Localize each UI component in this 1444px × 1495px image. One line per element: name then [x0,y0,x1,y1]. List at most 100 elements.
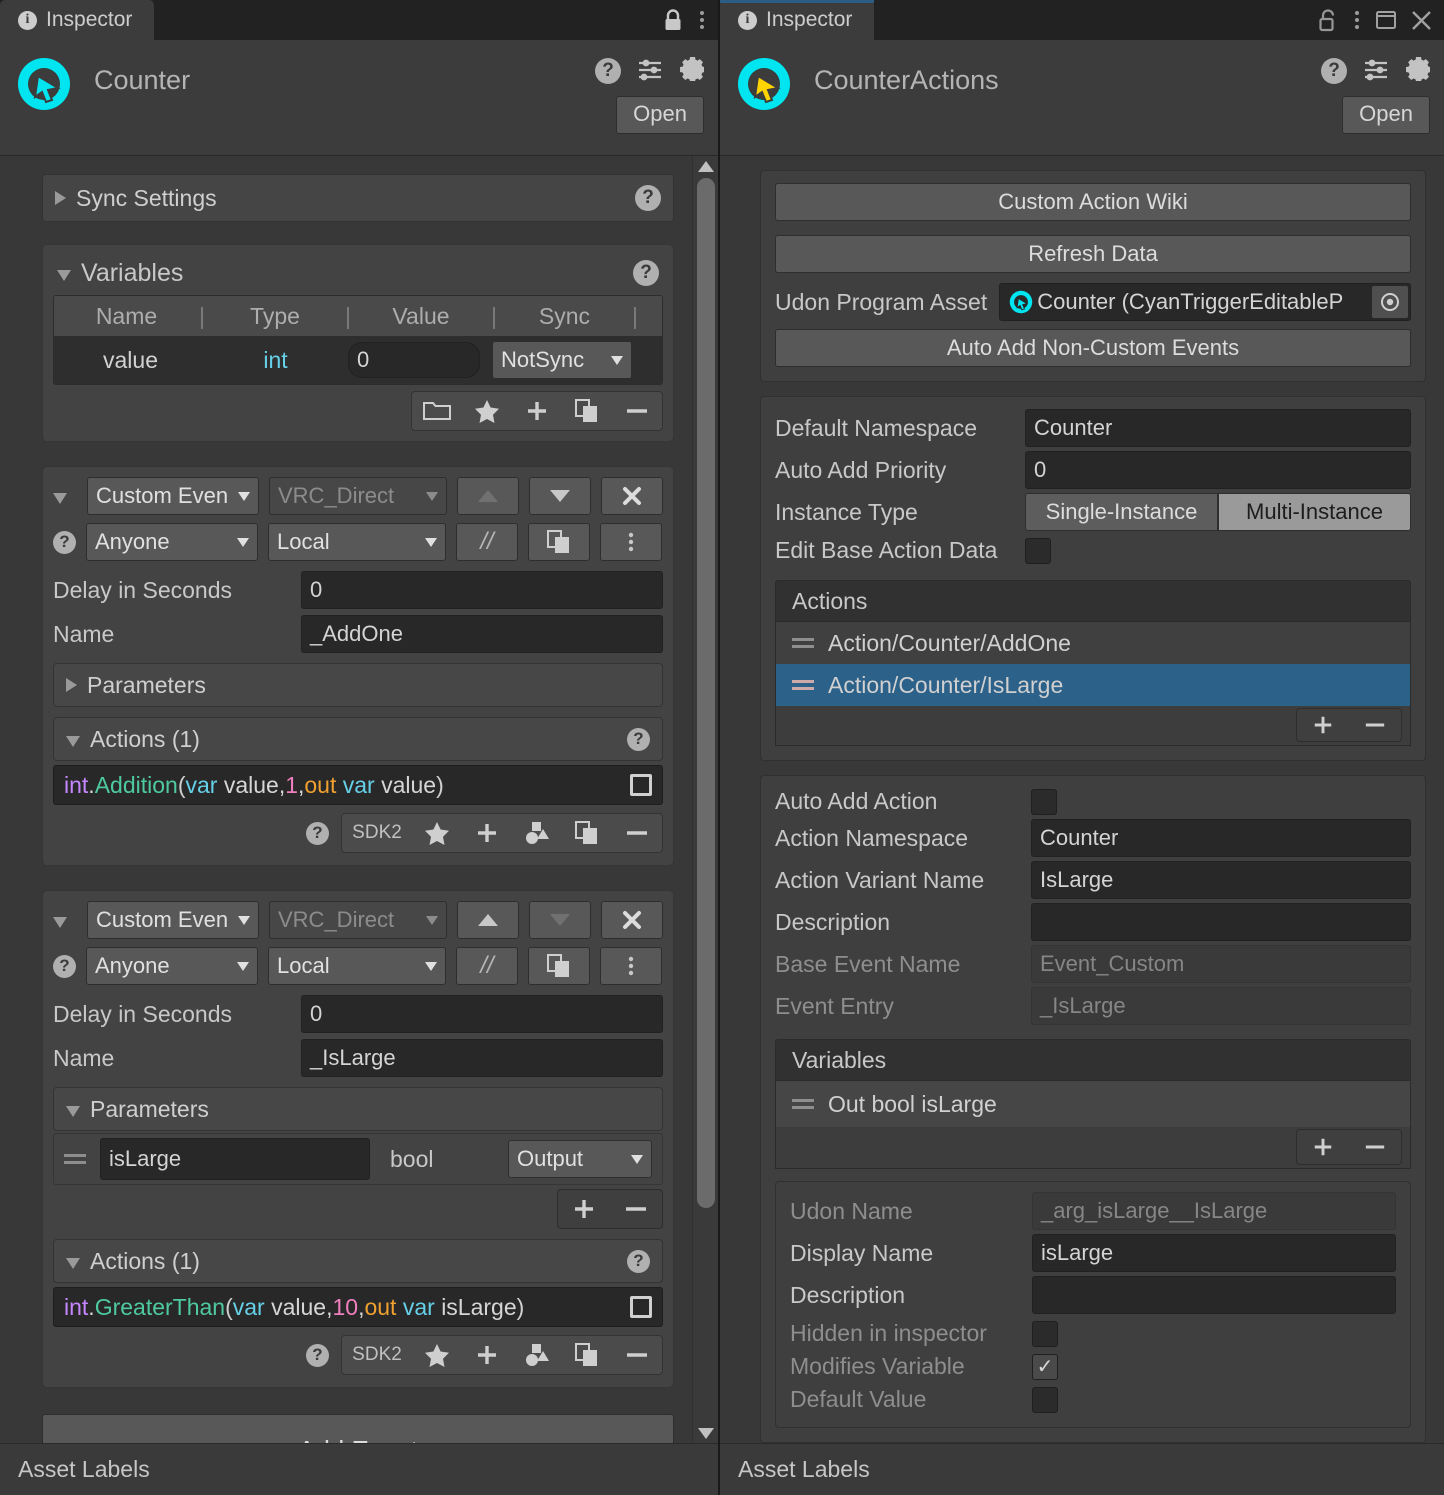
list-item[interactable]: Out bool isLarge [775,1081,1411,1127]
duplicate-icon[interactable] [562,1336,612,1374]
object-picker-icon[interactable] [1372,286,1408,318]
help-icon[interactable]: ? [627,727,650,751]
move-up-button-1[interactable] [457,901,519,939]
comment-button-0[interactable]: // [456,523,518,561]
name-input-0[interactable]: _AddOne [301,615,663,653]
preset-icon[interactable] [1363,57,1389,86]
name-input-1[interactable]: _IsLarge [301,1039,663,1077]
help-icon[interactable]: ? [306,1343,329,1367]
star-icon[interactable] [412,814,462,852]
help-icon[interactable]: ? [53,530,76,554]
drag-handle-icon[interactable] [792,638,814,648]
right-asset-labels-footer[interactable]: Asset Labels [720,1443,1444,1495]
auto-add-priority-input[interactable]: 0 [1025,451,1411,489]
drag-handle-icon[interactable] [792,680,814,690]
minus-icon[interactable] [612,1336,662,1374]
help-icon[interactable]: ? [1321,58,1347,84]
help-icon[interactable]: ? [633,260,659,286]
comment-button-1[interactable]: // [456,947,518,985]
kebab-menu-icon[interactable] [1353,8,1361,32]
lock-closed-icon[interactable] [662,8,684,32]
list-item[interactable]: Action/Counter/AddOne [775,622,1411,664]
open-button[interactable]: Open [1342,96,1430,134]
plus-icon[interactable] [1297,1130,1349,1164]
actions-foldout-1[interactable]: Actions (1) ? [53,1239,663,1283]
preset-icon[interactable] [637,57,663,86]
minus-icon[interactable] [1349,709,1401,741]
default-namespace-input[interactable]: Counter [1025,409,1411,447]
help-icon[interactable]: ? [635,185,661,211]
scroll-down-arrow[interactable] [693,1423,718,1443]
duplicate-icon[interactable] [528,523,590,561]
auto-add-events-button[interactable]: Auto Add Non-Custom Events [775,329,1411,367]
edit-base-action-data-checkbox[interactable] [1025,537,1051,564]
refresh-data-button[interactable]: Refresh Data [775,235,1411,273]
variable-value-input[interactable]: 0 [348,342,480,378]
action-description-input[interactable] [1031,903,1411,941]
duplicate-icon[interactable] [562,814,612,852]
actions-foldout-0[interactable]: Actions (1) ? [53,717,663,761]
event-user-dropdown-0[interactable]: Anyone [86,523,258,561]
help-icon[interactable]: ? [53,954,76,978]
instance-type-single-button[interactable]: Single-Instance [1025,493,1218,531]
move-down-button-0[interactable] [529,477,591,515]
plus-icon[interactable] [1297,709,1349,741]
parameters-foldout-0[interactable]: Parameters [53,663,663,707]
shapes-icon[interactable] [512,1336,562,1374]
chevron-down-icon[interactable] [53,492,67,504]
duplicate-icon[interactable] [562,392,612,430]
event-broadcast-dropdown-0[interactable]: Local [268,523,446,561]
shapes-icon[interactable] [512,814,562,852]
minus-icon[interactable] [612,392,662,430]
left-asset-labels-footer[interactable]: Asset Labels [0,1443,718,1495]
duplicate-icon[interactable] [528,947,590,985]
plus-icon[interactable] [462,1336,512,1374]
action-namespace-input[interactable]: Counter [1031,819,1411,857]
help-icon[interactable]: ? [595,58,621,84]
event-user-dropdown-1[interactable]: Anyone [86,947,258,985]
sync-settings-foldout[interactable]: Sync Settings ? [42,174,674,222]
scrollbar-thumb[interactable] [697,178,715,1208]
open-button[interactable]: Open [616,96,704,134]
kebab-menu-icon[interactable] [600,947,662,985]
action-expand-icon[interactable] [630,1296,652,1318]
plus-icon[interactable] [558,1190,610,1228]
action-row-0-0[interactable]: int. Addition(var value, 1, out var value… [53,765,663,805]
delay-input-0[interactable]: 0 [301,571,663,609]
action-variant-name-input[interactable]: IsLarge [1031,861,1411,899]
list-item[interactable]: Action/Counter/IsLarge [775,664,1411,706]
parameter-direction-dropdown-1-0[interactable]: Output [508,1140,652,1178]
delete-event-button-1[interactable] [601,901,663,939]
maximize-icon[interactable] [1375,10,1397,30]
lock-open-icon[interactable] [1317,8,1339,32]
folder-icon[interactable] [412,392,462,430]
event-broadcast-dropdown-1[interactable]: Local [268,947,446,985]
kebab-menu-icon[interactable] [698,8,706,32]
star-icon[interactable] [412,1336,462,1374]
variable-sync-dropdown[interactable]: NotSync [492,341,632,379]
gear-icon[interactable] [679,56,706,86]
event-type-dropdown-0[interactable]: Custom Even [87,477,259,515]
display-name-input[interactable]: isLarge [1032,1234,1396,1272]
add-event-button[interactable]: Add Event [42,1414,674,1443]
parameter-row-1-0[interactable]: isLarge bool Output [53,1133,663,1185]
variable-description-input[interactable] [1032,1276,1396,1314]
custom-action-wiki-button[interactable]: Custom Action Wiki [775,183,1411,221]
help-icon[interactable]: ? [627,1249,650,1273]
chevron-down-icon[interactable] [53,916,67,928]
udon-program-asset-field[interactable]: Counter (CyanTriggerEditableP [999,283,1411,321]
parameters-foldout-1[interactable]: Parameters [53,1087,663,1131]
scroll-up-arrow[interactable] [693,156,718,176]
kebab-menu-icon[interactable] [600,523,662,561]
tab-inspector-right[interactable]: i Inspector [720,0,875,40]
star-icon[interactable] [462,392,512,430]
auto-add-action-checkbox[interactable] [1031,788,1057,815]
gear-icon[interactable] [1405,56,1432,86]
drag-handle-icon[interactable] [792,1099,814,1109]
minus-icon[interactable] [612,814,662,852]
minus-icon[interactable] [1349,1130,1401,1164]
parameter-name-input-1-0[interactable]: isLarge [100,1138,370,1180]
drag-handle-icon[interactable] [64,1154,86,1164]
minus-icon[interactable] [610,1190,662,1228]
action-row-1-0[interactable]: int. GreaterThan(var value, 10, out var i… [53,1287,663,1327]
